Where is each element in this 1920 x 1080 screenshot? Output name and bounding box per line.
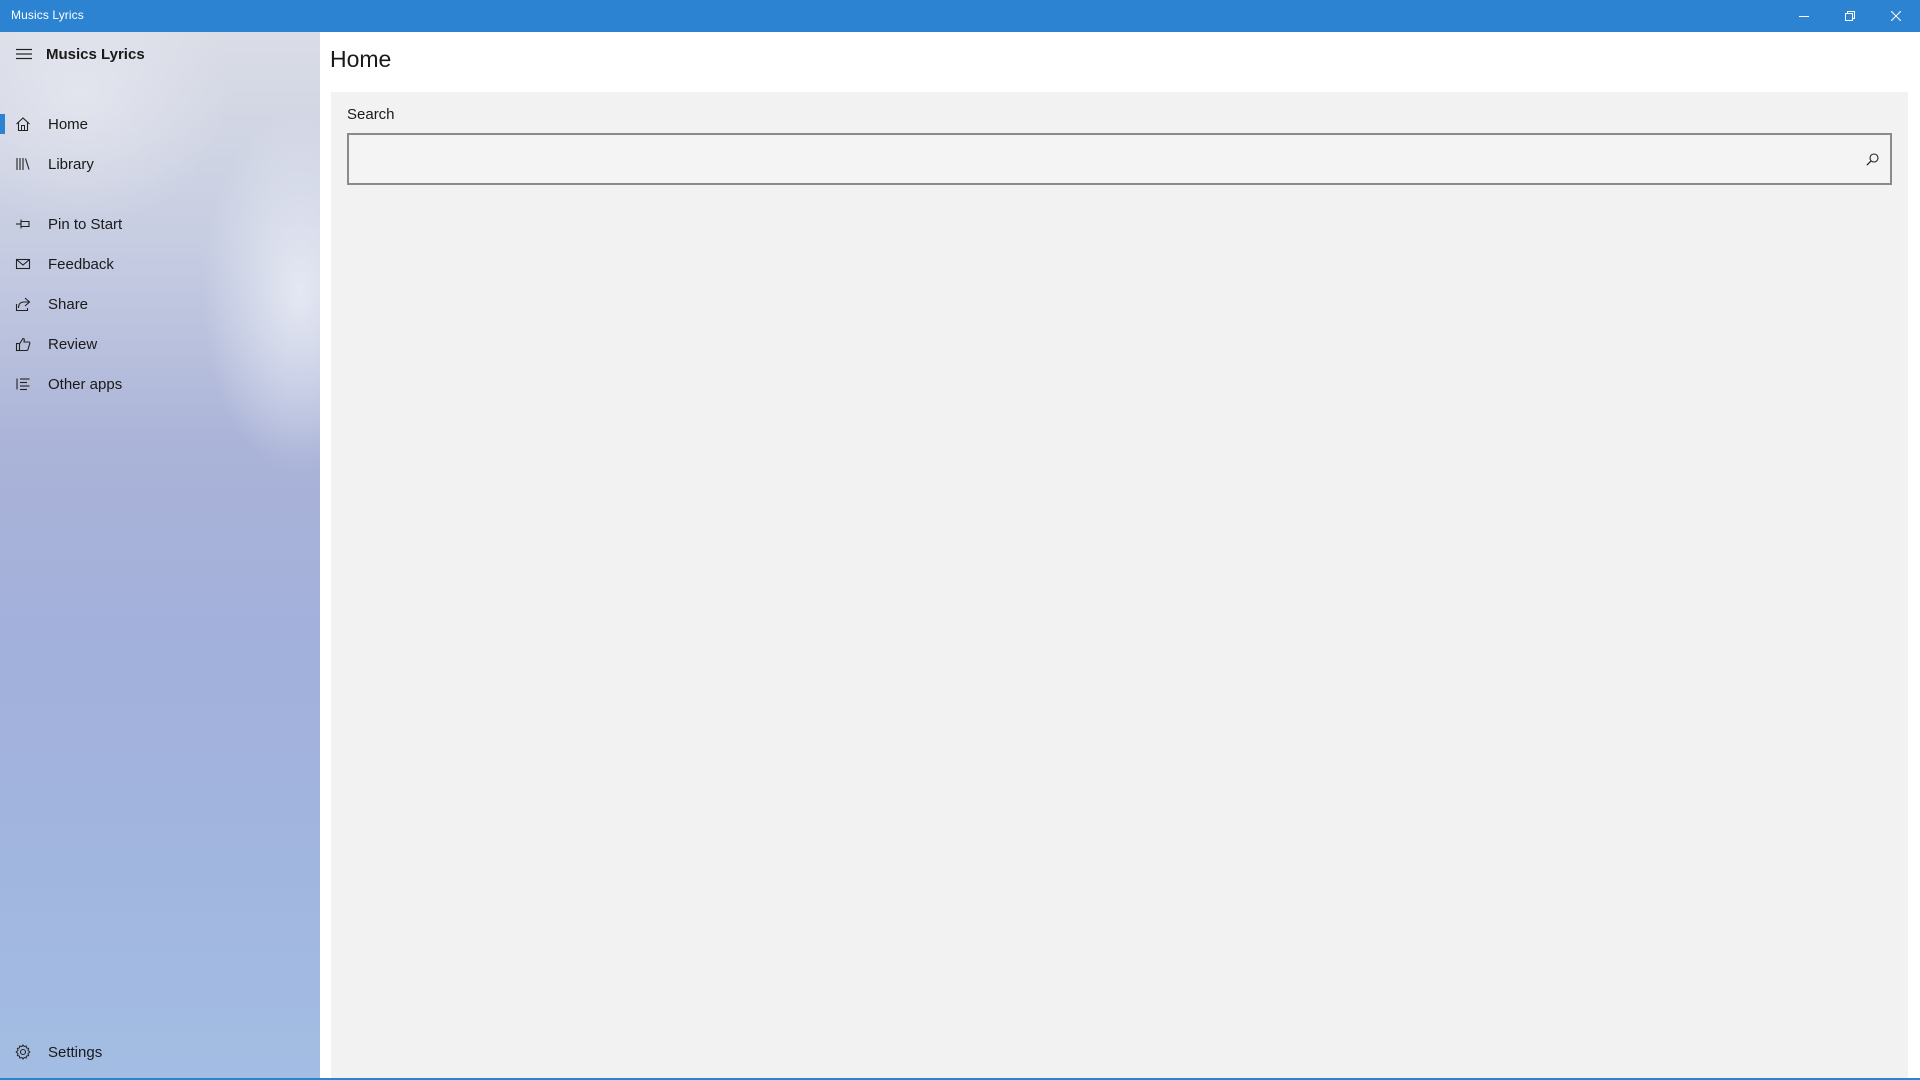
window-title: Musics Lyrics bbox=[11, 8, 84, 22]
nav-item-share[interactable]: Share bbox=[0, 284, 320, 324]
search-input[interactable] bbox=[359, 135, 1849, 183]
nav-item-label: Home bbox=[48, 116, 89, 133]
page-title: Home bbox=[330, 46, 392, 72]
restore-icon bbox=[1845, 11, 1855, 21]
home-icon bbox=[14, 116, 32, 132]
close-icon bbox=[1891, 11, 1901, 21]
pin-icon bbox=[14, 216, 32, 232]
title-bar[interactable]: Musics Lyrics bbox=[0, 0, 1920, 32]
mail-icon bbox=[14, 256, 32, 272]
restore-button[interactable] bbox=[1827, 0, 1873, 32]
nav-item-review[interactable]: Review bbox=[0, 324, 320, 364]
nav-item-other-apps[interactable]: Other apps bbox=[0, 364, 320, 404]
nav-item-label: Share bbox=[48, 296, 89, 313]
selection-indicator bbox=[0, 114, 5, 134]
content-panel: Search bbox=[331, 92, 1908, 1080]
nav-item-settings[interactable]: Settings bbox=[0, 1032, 320, 1072]
nav-item-label: Feedback bbox=[48, 256, 114, 273]
search-box[interactable] bbox=[347, 133, 1892, 185]
nav-app-name: Musics Lyrics bbox=[46, 46, 145, 63]
nav-item-label: Settings bbox=[48, 1044, 103, 1061]
library-icon bbox=[14, 156, 32, 172]
nav-item-label: Other apps bbox=[48, 376, 123, 393]
main-content: Home Search bbox=[320, 32, 1920, 1080]
thumbs-up-icon bbox=[14, 336, 32, 352]
gear-icon bbox=[14, 1044, 32, 1060]
hamburger-menu-button[interactable] bbox=[8, 38, 40, 70]
nav-item-label: Review bbox=[48, 336, 98, 353]
navigation-pane: Musics Lyrics Home Library Pin to Start … bbox=[0, 32, 320, 1080]
nav-item-library[interactable]: Library bbox=[0, 144, 320, 184]
search-label: Search bbox=[347, 106, 395, 123]
minimize-button[interactable] bbox=[1781, 0, 1827, 32]
share-icon bbox=[14, 296, 32, 312]
nav-item-label: Library bbox=[48, 156, 94, 173]
minimize-icon bbox=[1799, 16, 1809, 17]
close-button[interactable] bbox=[1873, 0, 1919, 32]
list-icon bbox=[14, 376, 32, 392]
search-button[interactable] bbox=[1861, 148, 1883, 170]
search-icon bbox=[1865, 152, 1879, 166]
nav-item-pin-to-start[interactable]: Pin to Start bbox=[0, 204, 320, 244]
nav-item-feedback[interactable]: Feedback bbox=[0, 244, 320, 284]
hamburger-menu-icon bbox=[16, 48, 32, 60]
nav-item-label: Pin to Start bbox=[48, 216, 123, 233]
nav-item-home[interactable]: Home bbox=[0, 104, 320, 144]
